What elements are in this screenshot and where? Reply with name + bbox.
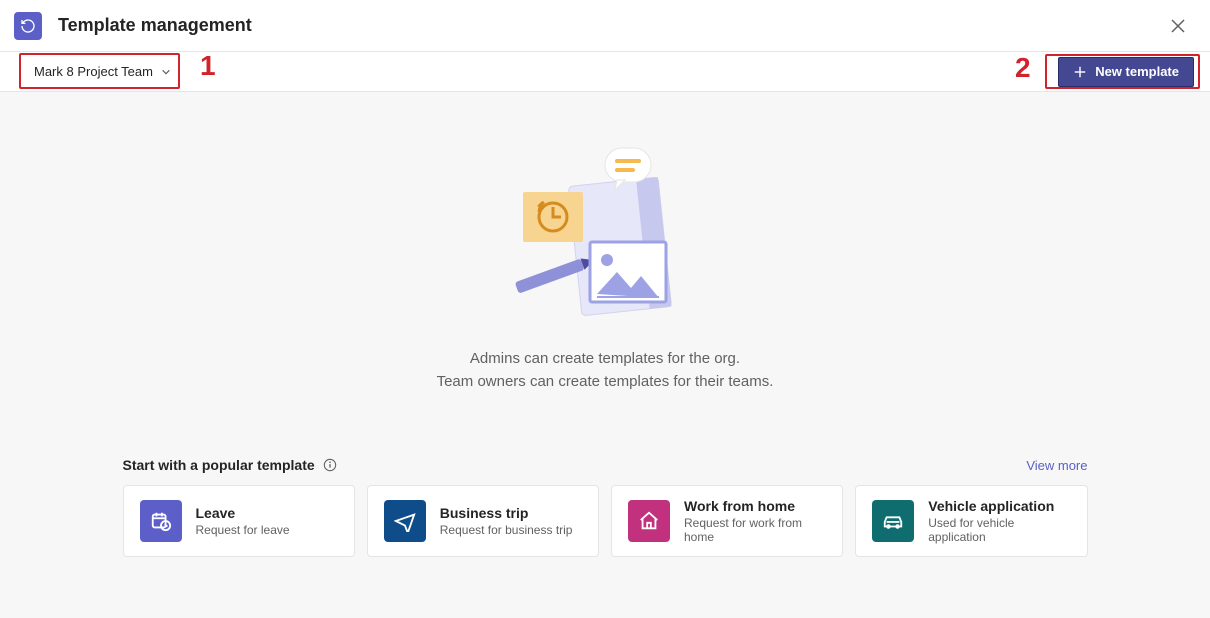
popular-head: Start with a popular template View more — [123, 457, 1088, 473]
new-template-label: New template — [1095, 64, 1179, 79]
chevron-down-icon — [161, 67, 171, 77]
annotation-number-1: 1 — [200, 50, 216, 82]
close-icon — [1170, 18, 1186, 34]
template-card-text: Work from home Request for work from home — [684, 498, 826, 544]
empty-state-text: Admins can create templates for the org.… — [437, 348, 774, 393]
template-card-text: Business trip Request for business trip — [440, 505, 573, 537]
empty-illustration — [505, 142, 705, 332]
template-card[interactable]: Business trip Request for business trip — [367, 485, 599, 557]
template-card-title: Leave — [196, 505, 290, 521]
info-icon[interactable] — [323, 458, 337, 472]
app-icon — [14, 12, 42, 40]
template-card-subtitle: Used for vehicle application — [928, 516, 1070, 544]
template-card-title: Work from home — [684, 498, 826, 514]
template-card-subtitle: Request for leave — [196, 523, 290, 537]
empty-state-line-2: Team owners can create templates for the… — [437, 371, 774, 394]
header-bar: Template management — [0, 0, 1210, 52]
template-card-row: Leave Request for leave Business trip Reque… — [123, 485, 1088, 557]
new-template-button[interactable]: New template — [1058, 57, 1194, 87]
empty-state-line-1: Admins can create templates for the org. — [437, 348, 774, 371]
close-button[interactable] — [1170, 18, 1186, 34]
main-area: Admins can create templates for the org.… — [0, 92, 1210, 557]
popular-templates-section: Start with a popular template View more … — [123, 457, 1088, 557]
plus-icon — [1073, 65, 1087, 79]
page-title: Template management — [58, 15, 252, 36]
template-card-subtitle: Request for business trip — [440, 523, 573, 537]
team-picker[interactable]: Mark 8 Project Team — [26, 59, 179, 85]
template-card[interactable]: Vehicle application Used for vehicle appl… — [855, 485, 1087, 557]
team-picker-label: Mark 8 Project Team — [34, 64, 153, 79]
annotation-number-2: 2 — [1015, 52, 1031, 84]
template-card[interactable]: Leave Request for leave — [123, 485, 355, 557]
template-card-text: Vehicle application Used for vehicle appl… — [928, 498, 1070, 544]
template-card-subtitle: Request for work from home — [684, 516, 826, 544]
template-card-title: Vehicle application — [928, 498, 1070, 514]
calendar-clock-icon — [140, 500, 182, 542]
view-more-link[interactable]: View more — [1026, 458, 1087, 473]
popular-heading-text: Start with a popular template — [123, 457, 315, 473]
popular-heading: Start with a popular template — [123, 457, 337, 473]
template-card[interactable]: Work from home Request for work from home — [611, 485, 843, 557]
template-card-title: Business trip — [440, 505, 573, 521]
refresh-icon — [20, 18, 36, 34]
home-icon — [628, 500, 670, 542]
airplane-icon — [384, 500, 426, 542]
template-card-text: Leave Request for leave — [196, 505, 290, 537]
car-icon — [872, 500, 914, 542]
